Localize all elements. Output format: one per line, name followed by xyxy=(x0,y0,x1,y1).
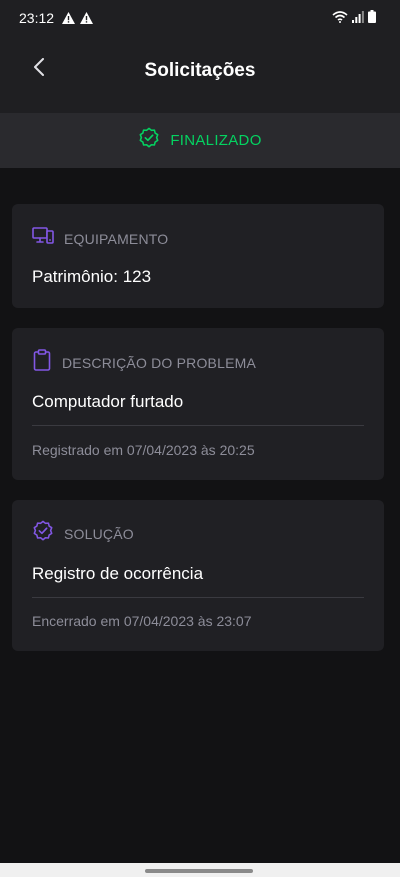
card-heading: SOLUÇÃO xyxy=(32,520,134,547)
check-badge-icon xyxy=(32,520,54,547)
warning-icon xyxy=(62,11,75,29)
gesture-nav-bar xyxy=(0,863,400,877)
card-heading: DESCRIÇÃO DO PROBLEMA xyxy=(32,349,256,376)
status-bar: 23:12 xyxy=(0,0,400,34)
page-title: Solicitações xyxy=(144,60,256,81)
home-indicator[interactable] xyxy=(145,869,253,873)
registered-timestamp: Registrado em 07/04/2023 às 20:25 xyxy=(32,442,255,458)
solution-card: SOLUÇÃO Registro de ocorrência Encerrado… xyxy=(12,500,384,651)
wifi-icon xyxy=(332,10,348,28)
problem-description: Computador furtado xyxy=(32,392,184,411)
app-header: Solicitações xyxy=(0,34,400,113)
equipment-card: EQUIPAMENTO Patrimônio: 123 xyxy=(12,204,384,308)
clock: 23:12 xyxy=(19,10,55,26)
equipment-value: Patrimônio: 123 xyxy=(32,267,152,286)
divider xyxy=(32,597,364,598)
card-heading-label: DESCRIÇÃO DO PROBLEMA xyxy=(62,354,257,371)
card-heading-label: EQUIPAMENTO xyxy=(64,230,169,247)
warning-icon xyxy=(80,11,93,29)
signal-icon xyxy=(352,10,364,28)
status-banner: FINALIZADO xyxy=(0,113,400,168)
clipboard-icon xyxy=(32,349,52,376)
closed-timestamp: Encerrado em 07/04/2023 às 23:07 xyxy=(32,613,252,629)
card-heading-label: SOLUÇÃO xyxy=(64,525,134,542)
divider xyxy=(32,425,364,426)
battery-icon xyxy=(368,10,376,28)
status-label: FINALIZADO xyxy=(170,132,262,149)
desktop-icon xyxy=(32,226,54,251)
card-heading: EQUIPAMENTO xyxy=(32,226,168,251)
solution-description: Registro de ocorrência xyxy=(32,564,204,583)
problem-card: DESCRIÇÃO DO PROBLEMA Computador furtado… xyxy=(12,328,384,480)
check-badge-icon xyxy=(138,127,160,154)
